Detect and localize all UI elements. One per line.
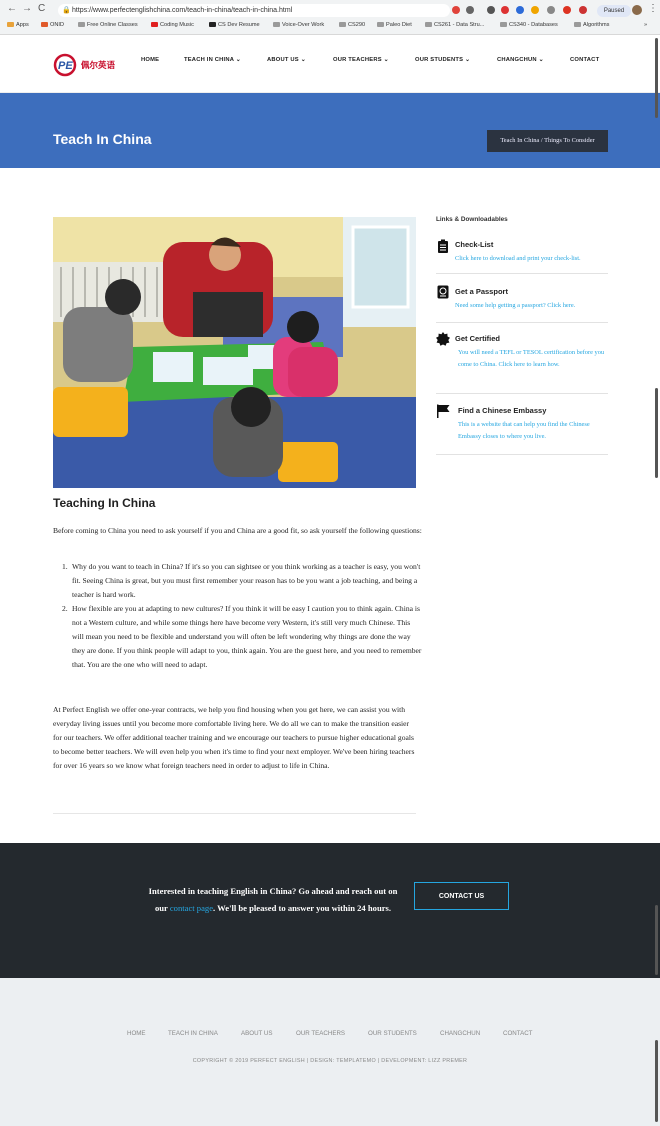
page-title: Teach In China — [53, 131, 152, 147]
lock-icon: 🔒 — [62, 7, 71, 14]
bookmark-item[interactable]: CS290 — [339, 19, 365, 32]
profile-status-badge[interactable]: Paused — [597, 5, 631, 17]
chevron-down-icon: ⌄ — [300, 57, 306, 63]
nav-about-us[interactable]: ABOUT US ⌄ — [267, 57, 306, 63]
bookmark-item[interactable]: Coding Music — [151, 19, 194, 32]
footer-nav-teach-in-china[interactable]: TEACH IN CHINA — [168, 1030, 218, 1037]
sidebar-item-embassy[interactable]: Find a Chinese Embassy This is a website… — [436, 402, 608, 455]
contact-cta-section: Interested in teaching English in China?… — [0, 843, 660, 978]
certified-link[interactable]: You will need a TEFL or TESOL certificat… — [458, 347, 606, 371]
extension-icon[interactable] — [531, 6, 539, 14]
browser-chrome: ← → C 🔒 https://www.perfectenglishchina.… — [0, 0, 660, 35]
question-list: 1. Why do you want to teach in China? If … — [62, 560, 422, 672]
certificate-icon — [436, 332, 450, 346]
nav-changchun[interactable]: CHANGCHUN ⌄ — [497, 57, 544, 63]
svg-text:PE: PE — [58, 60, 73, 72]
nav-home[interactable]: HOME — [141, 57, 159, 63]
checklist-link[interactable]: Click here to download and print your ch… — [455, 253, 615, 265]
extension-icon[interactable] — [563, 6, 571, 14]
flag-icon — [437, 404, 450, 418]
copyright-text: COPYRIGHT © 2019 PERFECT ENGLISH | DESIG… — [192, 1058, 468, 1064]
extension-icon[interactable] — [487, 6, 495, 14]
logo-text: 佩尔英语 — [81, 60, 116, 70]
footer-nav-contact[interactable]: CONTACT — [503, 1030, 532, 1037]
passport-icon — [437, 285, 449, 299]
sidebar-item-passport[interactable]: Get a Passport Need some help getting a … — [436, 283, 608, 323]
nav-teach-in-china[interactable]: TEACH IN CHINA ⌄ — [184, 57, 241, 63]
toolbar: ← → C 🔒 https://www.perfectenglishchina.… — [0, 2, 660, 18]
extension-icon[interactable] — [547, 6, 555, 14]
bookmark-item[interactable]: CS340 - Databases — [500, 19, 558, 32]
bookmark-item[interactable]: Free Online Classes — [78, 19, 138, 32]
scrollbar-thumb[interactable] — [655, 38, 658, 118]
contact-page-link[interactable]: contact page — [170, 903, 213, 913]
bookmarks-bar: Apps ONID Free Online Classes Coding Mus… — [0, 19, 660, 32]
footer-nav-our-teachers[interactable]: OUR TEACHERS — [296, 1030, 345, 1037]
footer-nav-changchun[interactable]: CHANGCHUN — [440, 1030, 480, 1037]
site-header: PE 佩尔英语 HOME TEACH IN CHINA ⌄ ABOUT US ⌄… — [0, 35, 660, 93]
sidebar-item-title: Get Certified — [455, 334, 501, 343]
chevron-down-icon: ⌄ — [464, 57, 471, 63]
nav-our-teachers[interactable]: OUR TEACHERS ⌄ — [333, 57, 389, 63]
sidebar-heading: Links & Downloadables — [436, 216, 508, 223]
extension-icon[interactable] — [452, 6, 460, 14]
section-heading: Teaching In China — [53, 496, 156, 510]
list-item: 1. Why do you want to teach in China? If … — [62, 560, 422, 602]
back-icon[interactable]: ← — [7, 3, 17, 14]
reload-icon[interactable]: C — [38, 3, 45, 14]
passport-link[interactable]: Need some help getting a passport? Click… — [455, 300, 615, 312]
bookmarks-overflow-icon[interactable]: » — [644, 19, 647, 32]
scrollbar-thumb[interactable] — [655, 905, 658, 975]
chevron-down-icon: ⌄ — [383, 57, 389, 63]
clipboard-icon — [438, 239, 448, 253]
url-text: https://www.perfectenglishchina.com/teac… — [72, 7, 293, 14]
breadcrumb[interactable]: Teach In China / Things To Consider — [487, 130, 608, 152]
bookmark-item[interactable]: Apps — [7, 19, 29, 32]
sidebar-item-title: Check-List — [455, 240, 494, 249]
offer-paragraph: At Perfect English we offer one-year con… — [53, 705, 415, 770]
divider — [53, 813, 416, 814]
list-item: 2. How flexible are you at adapting to ne… — [62, 602, 422, 672]
list-item-text: Why do you want to teach in China? If it… — [72, 562, 421, 599]
bookmark-item[interactable]: CS Dev Resume — [209, 19, 260, 32]
avatar[interactable] — [632, 5, 642, 15]
sidebar-item-certified[interactable]: Get Certified You will need a TEFL or TE… — [436, 330, 608, 394]
list-number: 1. — [62, 562, 68, 571]
bookmark-item[interactable]: Voice-Over Work — [273, 19, 324, 32]
bookmark-item[interactable]: CS261 - Data Stru... — [425, 19, 484, 32]
extension-icon[interactable] — [579, 6, 587, 14]
nav-our-students[interactable]: OUR STUDENTS ⌄ — [415, 57, 470, 63]
footer-nav-about-us[interactable]: ABOUT US — [241, 1030, 273, 1037]
embassy-link[interactable]: This is a website that can help you find… — [458, 419, 606, 443]
contact-us-button[interactable]: CONTACT US — [414, 882, 509, 910]
chevron-down-icon: ⌄ — [538, 57, 544, 63]
list-item-text: How flexible are you at adapting to new … — [72, 604, 422, 669]
menu-dots-icon[interactable]: ⋮ — [648, 3, 658, 14]
intro-paragraph: Before coming to China you need to ask y… — [53, 526, 422, 535]
scrollbar-thumb[interactable] — [655, 1040, 658, 1122]
bookmark-item[interactable]: Paleo Diet — [377, 19, 412, 32]
sidebar-item-title: Get a Passport — [455, 287, 508, 296]
footer-nav-our-students[interactable]: OUR STUDENTS — [368, 1030, 417, 1037]
classroom-photo — [53, 217, 416, 488]
chevron-down-icon: ⌄ — [235, 57, 241, 63]
address-bar[interactable]: 🔒 https://www.perfectenglishchina.com/te… — [58, 4, 450, 17]
sidebar-item-checklist[interactable]: Check-List Click here to download and pr… — [436, 236, 608, 274]
site-logo[interactable]: PE 佩尔英语 — [53, 53, 115, 77]
site-footer: HOME TEACH IN CHINA ABOUT US OUR TEACHER… — [0, 978, 660, 1126]
forward-icon[interactable]: → — [22, 3, 32, 14]
bookmark-item[interactable]: ONID — [41, 19, 64, 32]
logo-mark-icon: PE — [53, 53, 77, 77]
scrollbar-thumb[interactable] — [655, 388, 658, 478]
extension-icon[interactable] — [501, 6, 509, 14]
nav-contact[interactable]: CONTACT — [570, 57, 599, 63]
cta-text: Interested in teaching English in China?… — [148, 886, 398, 913]
sidebar-item-title: Find a Chinese Embassy — [458, 406, 547, 415]
list-number: 2. — [62, 604, 68, 613]
bookmark-item[interactable]: Algorithms — [574, 19, 609, 32]
footer-nav-home[interactable]: HOME — [127, 1030, 146, 1037]
bookmark-star-icon[interactable] — [466, 6, 474, 14]
extension-icon[interactable] — [516, 6, 524, 14]
